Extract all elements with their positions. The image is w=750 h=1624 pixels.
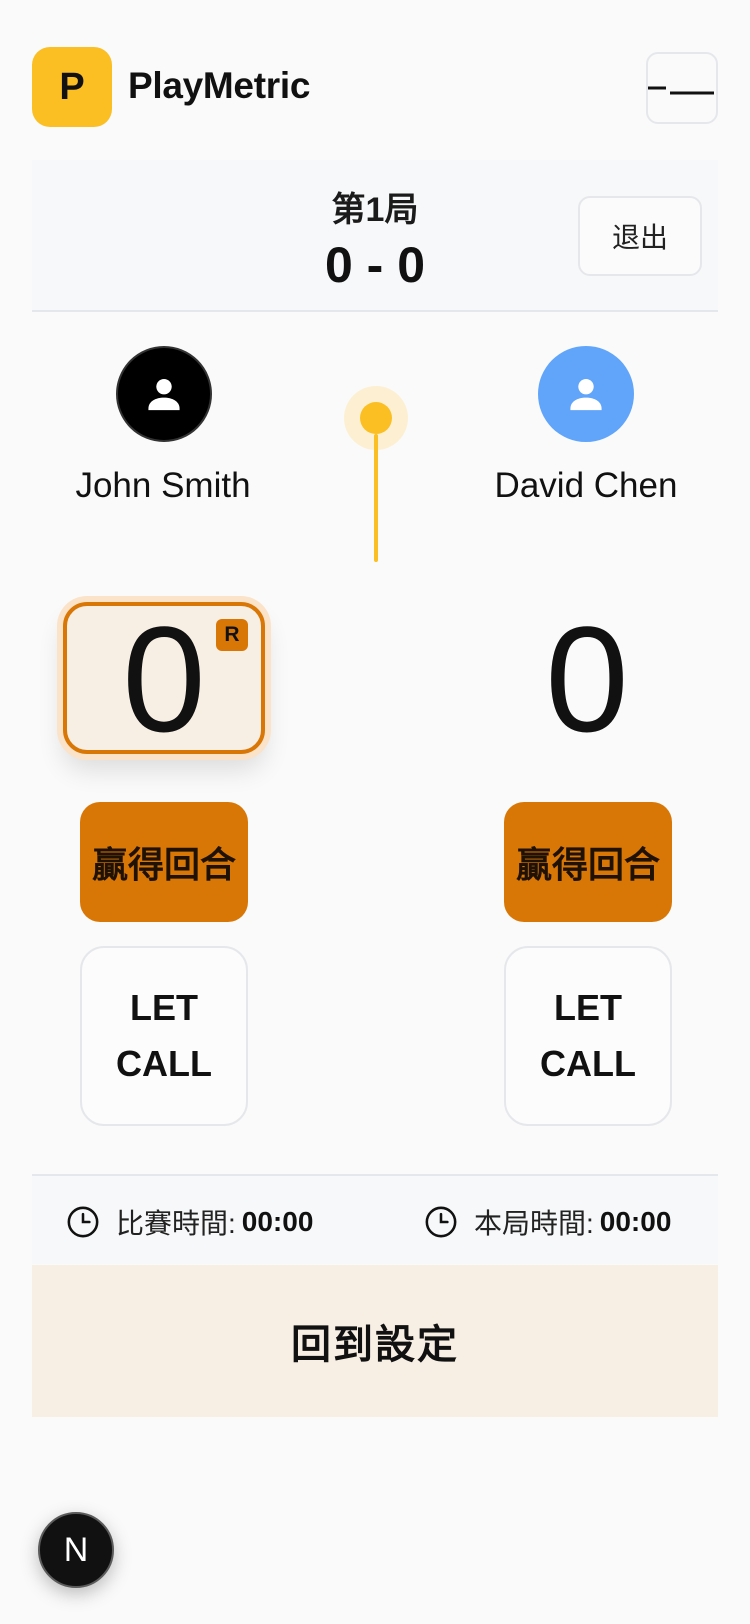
logo-letter: P <box>59 65 85 108</box>
exit-button[interactable]: 退出 <box>578 196 702 276</box>
menu-button[interactable] <box>646 52 718 124</box>
clock-icon <box>67 1206 99 1238</box>
clock-icon <box>425 1206 457 1238</box>
serve-marker-icon <box>360 402 392 434</box>
let-call-line2: CALL <box>116 1043 212 1084</box>
person-icon <box>570 378 602 411</box>
game-time: 本局時間: 00:00 <box>424 1204 671 1240</box>
receiver-badge: R <box>216 619 248 651</box>
player-right-let-call-button[interactable]: LET CALL <box>504 946 672 1126</box>
hamburger-menu-icon <box>648 86 714 95</box>
player-left-let-call-button[interactable]: LET CALL <box>80 946 248 1126</box>
app-logo: P <box>32 47 112 127</box>
player-right-avatar <box>538 346 634 442</box>
game-status-bar: 第1局 0 - 0 退出 <box>32 160 718 312</box>
game-time-label: 本局時間: <box>474 1208 594 1239</box>
dev-tools-badge[interactable]: N <box>38 1512 114 1588</box>
let-call-line1: LET <box>553 987 622 1028</box>
match-time: 比賽時間: 00:00 <box>66 1204 313 1240</box>
player-left-name: John Smith <box>75 466 251 505</box>
let-call-line2: CALL <box>540 1043 636 1084</box>
serve-marker-line <box>374 434 378 562</box>
player-right-win-rally-button[interactable]: 贏得回合 <box>504 802 672 922</box>
app-header: P PlayMetric <box>32 47 718 127</box>
timer-bar: 比賽時間: 00:00 本局時間: 00:00 <box>32 1174 718 1264</box>
player-left-avatar <box>116 346 212 442</box>
back-to-settings-button[interactable]: 回到設定 <box>32 1265 718 1417</box>
match-time-value: 00:00 <box>241 1206 314 1237</box>
game-time-value: 00:00 <box>599 1206 672 1237</box>
person-icon <box>148 378 180 411</box>
player-right-name: David Chen <box>494 466 678 505</box>
player-right-score: 0 <box>545 595 629 763</box>
match-time-label: 比賽時間: <box>116 1208 236 1239</box>
player-left-win-rally-button[interactable]: 贏得回合 <box>80 802 248 922</box>
app-name: PlayMetric <box>128 65 311 106</box>
let-call-line1: LET <box>129 987 198 1028</box>
